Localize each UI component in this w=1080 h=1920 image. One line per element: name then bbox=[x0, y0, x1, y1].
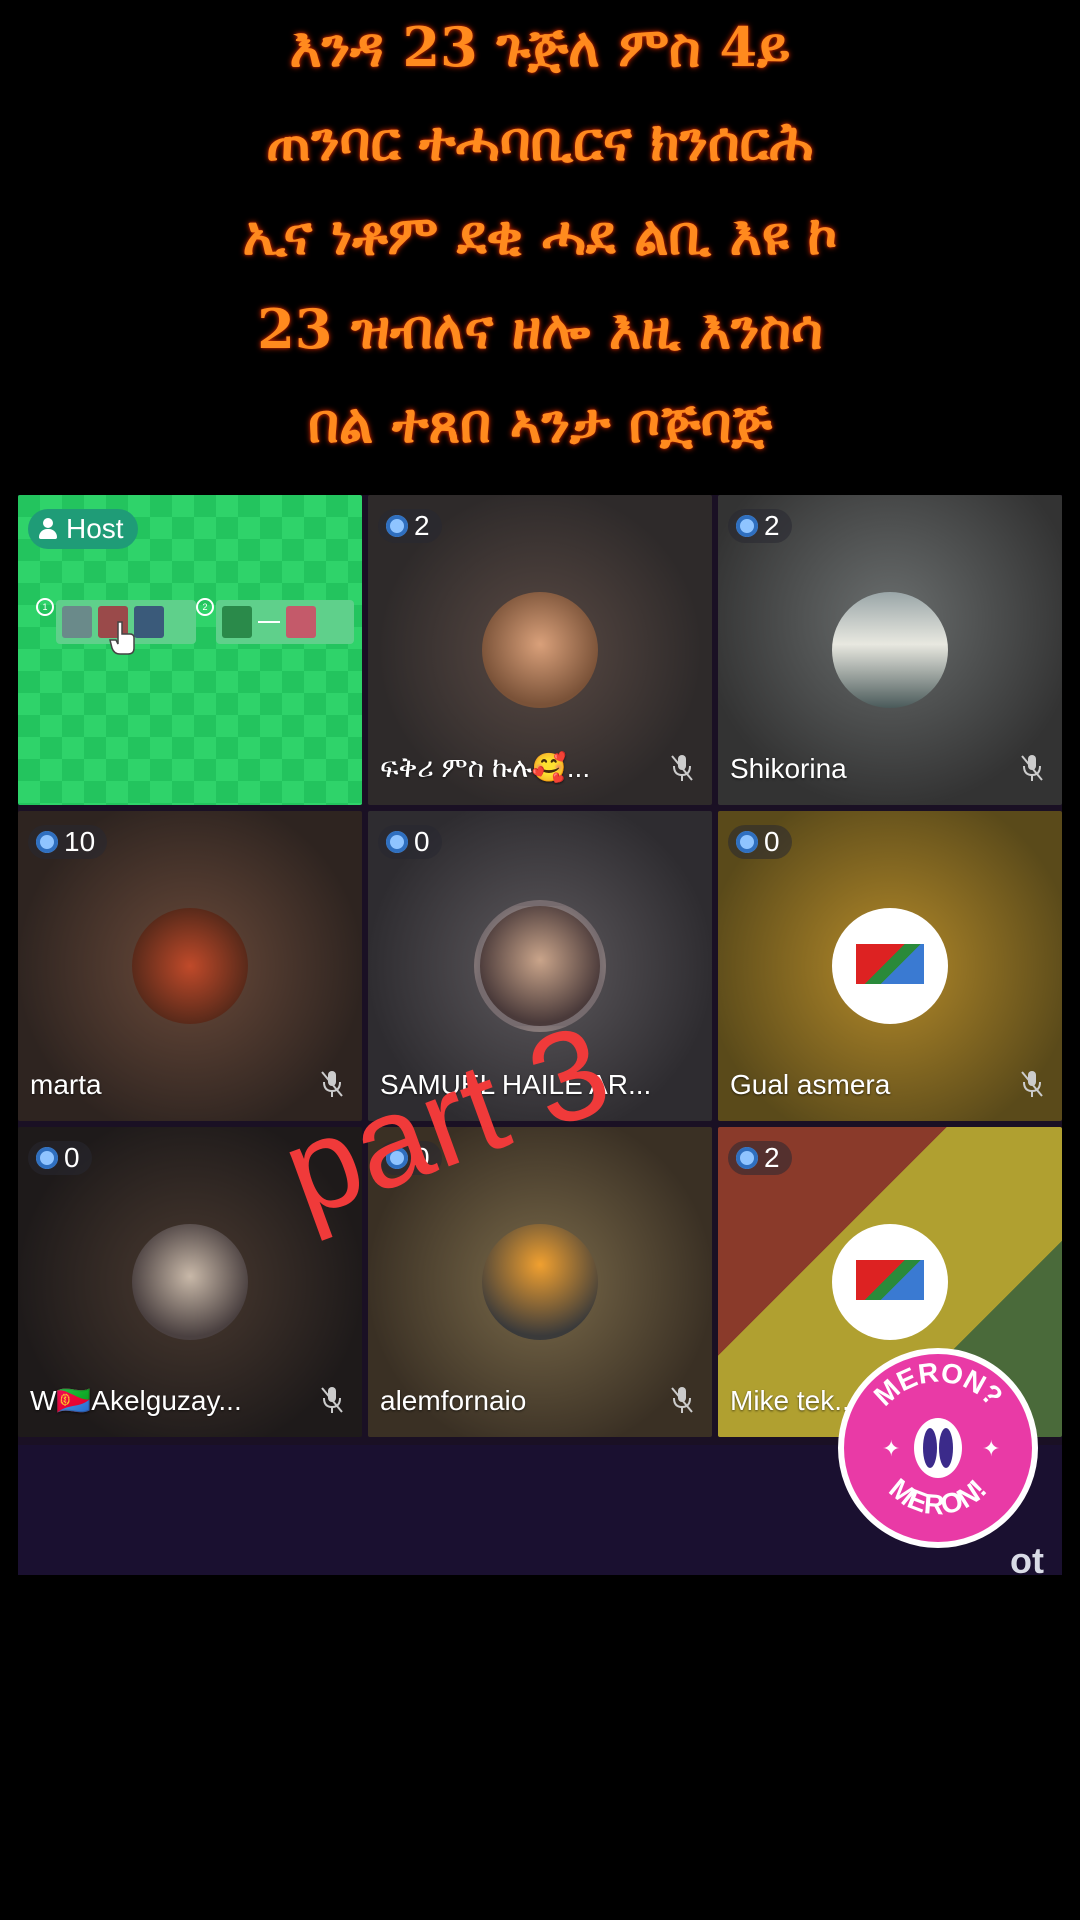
participant-name: Shikorina bbox=[730, 753, 847, 784]
listener-icon bbox=[36, 831, 58, 853]
caption-line-3: ኢና ነቶም ደቂ ሓደ ልቢ እዩ ኮ bbox=[242, 203, 838, 267]
listener-count: 0 bbox=[764, 826, 780, 857]
step-two-icon: 2 bbox=[196, 598, 214, 616]
participant-tile-3[interactable]: 10 marta bbox=[18, 811, 362, 1121]
avatar bbox=[132, 908, 248, 1024]
caption-line-4: 23 ዝብለና ዘሎ እዚ እንስሳ bbox=[257, 297, 823, 361]
svg-text:✦: ✦ bbox=[882, 1437, 900, 1462]
mic-muted-icon bbox=[671, 1387, 693, 1413]
meron-sticker: MERON? MERON! ✦ ✦ bbox=[838, 1348, 1038, 1548]
listener-badge: 0 bbox=[728, 825, 792, 859]
eritrea-logo-avatar bbox=[832, 908, 948, 1024]
listener-badge: 0 bbox=[378, 825, 442, 859]
avatar bbox=[832, 592, 948, 708]
listener-badge: 2 bbox=[728, 1141, 792, 1175]
mic-muted-icon bbox=[671, 755, 693, 781]
participant-name: ፍቅሪ ምስ ኩሉ🥰... bbox=[380, 752, 591, 783]
listener-count: 0 bbox=[64, 1142, 80, 1173]
listener-count: 2 bbox=[764, 510, 780, 541]
listener-icon bbox=[736, 1147, 758, 1169]
listener-icon bbox=[386, 515, 408, 537]
caption-line-2: ጠንባር ተሓባቢርና ክንሰርሕ bbox=[266, 109, 814, 173]
svg-text:MERON?: MERON? bbox=[868, 1356, 1009, 1411]
participant-tile-1[interactable]: 2 ፍቅሪ ምስ ኩሉ🥰... bbox=[368, 495, 712, 805]
caption-line-1: እንዳ 23 ጉጅለ ምስ 4ይ bbox=[289, 15, 791, 79]
host-label: Host bbox=[66, 513, 124, 544]
listener-count: 0 bbox=[414, 826, 430, 857]
mic-muted-icon bbox=[321, 1387, 343, 1413]
listener-count: 2 bbox=[414, 510, 430, 541]
mic-muted-icon bbox=[1021, 1071, 1043, 1097]
listener-badge: 2 bbox=[728, 509, 792, 543]
listener-count: 10 bbox=[64, 826, 96, 857]
participant-tile-5[interactable]: 0 Gual asmera bbox=[718, 811, 1062, 1121]
avatar bbox=[482, 1224, 598, 1340]
avatar bbox=[482, 592, 598, 708]
eritrea-logo-avatar bbox=[832, 1224, 948, 1340]
caption-line-5: በል ተጸበ ኣንታ ቦጅባጅ bbox=[308, 391, 772, 455]
hand-pointer-icon bbox=[109, 621, 135, 655]
listener-icon bbox=[36, 1147, 58, 1169]
caption-text: እንዳ 23 ጉጅለ ምስ 4ይ ጠንባር ተሓባቢርና ክንሰርሕ ኢና ነቶ… bbox=[0, 0, 1080, 470]
mic-muted-icon bbox=[1021, 755, 1043, 781]
participant-tile-2[interactable]: 2 Shikorina bbox=[718, 495, 1062, 805]
participant-name: W🇪🇷Akelguzay... bbox=[30, 1385, 242, 1416]
participant-name: Gual asmera bbox=[730, 1069, 891, 1100]
corner-watermark: ot bbox=[1010, 1540, 1044, 1581]
listener-icon bbox=[386, 831, 408, 853]
step-one-icon: 1 bbox=[36, 598, 54, 616]
listener-badge: 2 bbox=[378, 509, 442, 543]
host-guide-step-2 bbox=[216, 600, 354, 644]
avatar bbox=[132, 1224, 248, 1340]
participant-name: alemfornaio bbox=[380, 1385, 527, 1416]
participant-name: marta bbox=[30, 1069, 102, 1100]
host-tile[interactable]: Host 1 2 bbox=[18, 495, 362, 805]
listener-icon bbox=[736, 831, 758, 853]
listener-count: 2 bbox=[764, 1142, 780, 1173]
person-icon bbox=[38, 518, 58, 540]
host-badge: Host bbox=[28, 509, 138, 549]
sticker-graphic: MERON? MERON! ✦ ✦ bbox=[868, 1356, 1009, 1520]
svg-text:MERON!: MERON! bbox=[883, 1472, 992, 1520]
svg-text:✦: ✦ bbox=[982, 1437, 1000, 1462]
listener-icon bbox=[736, 515, 758, 537]
listener-badge: 0 bbox=[28, 1141, 92, 1175]
listener-badge: 10 bbox=[28, 825, 108, 859]
